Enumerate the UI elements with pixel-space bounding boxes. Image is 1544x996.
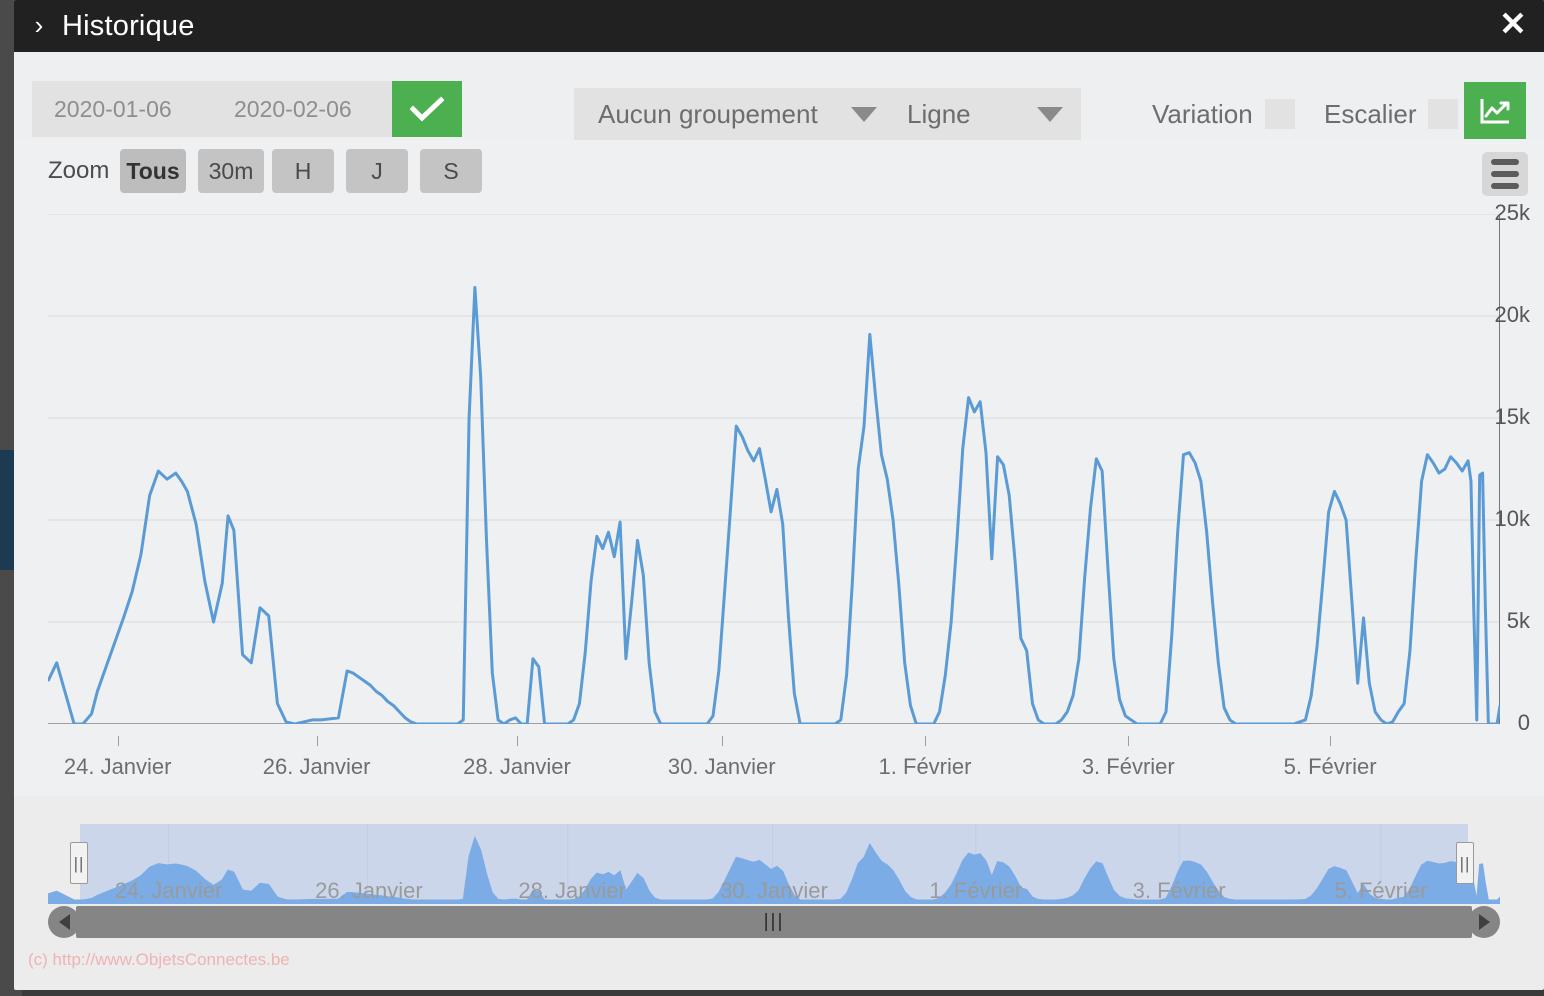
- filter-toolbar: 2020-01-06 2020-02-06 Aucun groupement L…: [14, 52, 1544, 140]
- page-title: Historique: [62, 9, 195, 42]
- zoom-button-s[interactable]: S: [420, 149, 482, 193]
- zoom-button-tous[interactable]: Tous: [120, 149, 186, 193]
- navigator-handle-right[interactable]: ||: [1456, 842, 1474, 884]
- chart-panel: 0 5k 10k 15k 20k 25k 24. Janvier 26. Janvier 28…: [14, 196, 1544, 796]
- modal-titlebar: › Historique ✕: [14, 0, 1544, 52]
- escalier-label: Escalier: [1324, 98, 1417, 129]
- y-axis-tick: 25k: [1494, 200, 1530, 225]
- x-axis-tick: 26. Janvier: [262, 754, 371, 779]
- x-axis-tick: 30. Janvier: [667, 754, 776, 779]
- date-from-input[interactable]: 2020-01-06: [32, 96, 212, 123]
- x-axis-tick: 24. Janvier: [63, 754, 172, 779]
- escalier-checkbox[interactable]: [1428, 99, 1459, 129]
- x-axis-tickmark: [925, 736, 926, 746]
- navigator-handle-left[interactable]: ||: [70, 842, 88, 884]
- close-icon[interactable]: ✕: [1496, 7, 1530, 42]
- zoom-label: Zoom: [48, 157, 110, 184]
- navigator-date-label: 26. Janvier: [315, 878, 423, 903]
- x-axis-tick: 1. Février: [878, 754, 972, 779]
- show-chart-button[interactable]: [1464, 82, 1526, 139]
- navigator-date-label: 5. Février: [1334, 878, 1428, 903]
- line-chart-up-icon: [1480, 98, 1510, 123]
- chart-type-select[interactable]: Ligne: [895, 88, 1081, 140]
- x-axis-tick: 5. Février: [1283, 754, 1377, 779]
- x-axis-tick: 28. Janvier: [463, 754, 571, 779]
- variation-toggle-group: Variation: [1152, 88, 1295, 140]
- y-axis-labels: 0 5k 10k 15k 20k 25k: [1472, 196, 1530, 742]
- chart-navigator[interactable]: 24. Janvier 26. Janvier 28. Janvier 30. Jan…: [48, 822, 1500, 904]
- x-axis-labels: 24. Janvier 26. Janvier 28. Janvier 30. Jan…: [48, 736, 1500, 780]
- y-axis-tick: 10k: [1494, 506, 1530, 531]
- zoom-toolbar: Zoom Tous 30m H J S: [14, 140, 1544, 202]
- grouping-select-value: Aucun groupement: [598, 98, 818, 129]
- drag-handle-icon: ||: [1459, 853, 1471, 873]
- apply-button[interactable]: [392, 81, 462, 137]
- variation-checkbox[interactable]: [1264, 99, 1295, 129]
- navigator-labels: 24. Janvier 26. Janvier 28. Janvier 30. Jan…: [48, 822, 1500, 904]
- chart-options-group: Aucun groupement Ligne: [574, 88, 1081, 140]
- navigator-date-label: 1. Février: [929, 878, 1023, 903]
- date-range-group: 2020-01-06 2020-02-06: [32, 81, 462, 137]
- scrollbar-thumb[interactable]: |||: [76, 906, 1472, 938]
- scroll-left-button[interactable]: [48, 906, 80, 938]
- variation-label: Variation: [1152, 98, 1253, 129]
- grouping-select[interactable]: Aucun groupement: [574, 88, 895, 140]
- x-axis-tickmark: [316, 736, 318, 746]
- navigator-date-label: 28. Janvier: [518, 878, 626, 903]
- scroll-grip-icon: |||: [763, 911, 785, 932]
- zoom-button-j[interactable]: J: [346, 149, 408, 193]
- date-to-input[interactable]: 2020-02-06: [212, 96, 392, 123]
- y-axis-tick: 15k: [1494, 404, 1530, 429]
- chevron-right-icon[interactable]: ›: [26, 11, 52, 41]
- chevron-left-icon: [58, 914, 70, 930]
- y-axis-tick: 5k: [1506, 608, 1530, 633]
- zoom-button-30m[interactable]: 30m: [198, 149, 264, 193]
- zoom-button-h[interactable]: H: [272, 149, 334, 193]
- x-axis-tickmark: [721, 736, 723, 746]
- chevron-down-icon: [1037, 106, 1063, 122]
- drag-handle-icon: ||: [73, 853, 85, 873]
- x-axis-tickmark: [1330, 736, 1332, 746]
- x-axis-tickmark: [1128, 736, 1130, 746]
- chevron-right-icon: [1478, 914, 1490, 930]
- chart-scrollbar[interactable]: |||: [48, 906, 1500, 938]
- x-axis-tickmark: [117, 736, 119, 746]
- screen-root: › Historique ✕ 2020-01-06 2020-02-06 Auc…: [0, 0, 1544, 996]
- navigator-date-label: 3. Février: [1132, 878, 1226, 903]
- historique-modal: › Historique ✕ 2020-01-06 2020-02-06 Auc…: [14, 0, 1544, 990]
- navigator-date-label: 30. Janvier: [720, 878, 828, 903]
- chart-type-select-value: Ligne: [907, 98, 971, 129]
- escalier-toggle-group: Escalier: [1324, 88, 1459, 140]
- x-axis-tick: 3. Février: [1081, 754, 1175, 779]
- x-axis-tickmark: [516, 736, 518, 746]
- history-line-chart[interactable]: [48, 214, 1500, 724]
- chevron-down-icon: [851, 106, 877, 122]
- scroll-right-button[interactable]: [1468, 906, 1500, 938]
- y-axis-tick: 20k: [1494, 302, 1530, 327]
- navigator-date-label: 24. Janvier: [114, 878, 223, 903]
- y-axis-tick: 0: [1517, 710, 1530, 735]
- copyright-credit: (c) http://www.ObjetsConnectes.be: [28, 950, 290, 969]
- hamburger-menu-icon[interactable]: [1482, 152, 1528, 196]
- check-icon: [410, 96, 444, 122]
